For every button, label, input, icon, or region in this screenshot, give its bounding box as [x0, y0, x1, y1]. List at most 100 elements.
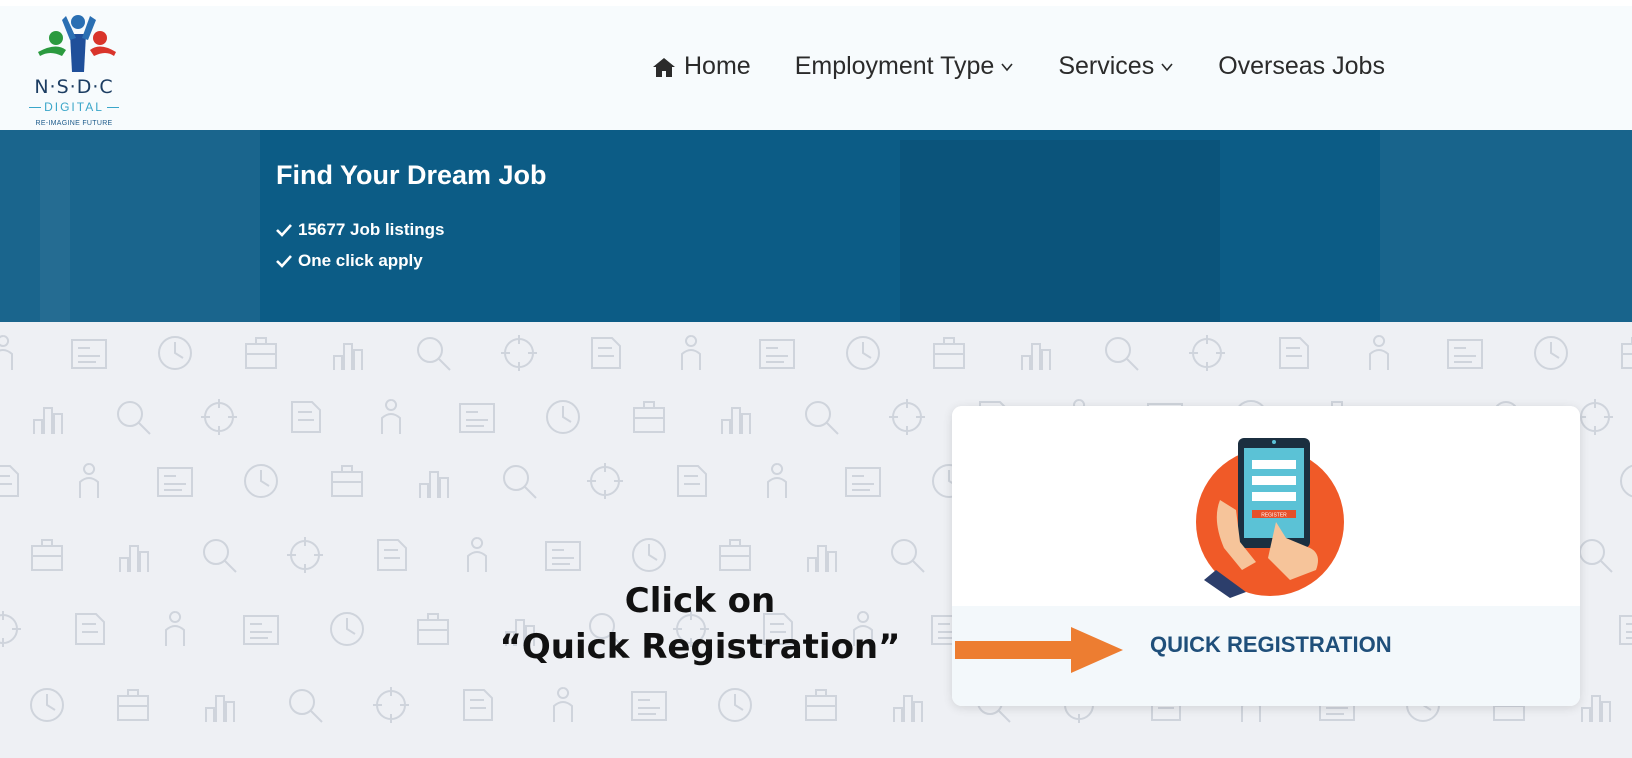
- check-icon: [276, 254, 292, 268]
- pattern-job-icon: [467, 537, 487, 572]
- chevron-down-icon: [1001, 62, 1013, 71]
- pattern-job-icon: [201, 399, 237, 435]
- pattern-job-icon: [631, 691, 667, 721]
- pattern-job-icon: [805, 401, 839, 435]
- pattern-job-icon: [381, 399, 401, 434]
- pattern-job-icon: [79, 463, 99, 498]
- right-arrow-icon: [955, 627, 1123, 673]
- pattern-job-icon: [553, 687, 573, 722]
- banner-building-right: [1380, 130, 1632, 322]
- pattern-job-icon: [158, 336, 193, 370]
- pattern-job-icon: [0, 465, 19, 497]
- pattern-job-icon: [289, 689, 323, 723]
- pattern-job-icon: [632, 538, 667, 572]
- pattern-job-icon: [71, 339, 107, 369]
- illustration-register-text: REGISTER: [1261, 513, 1287, 519]
- banner-features: 15677 Job listings One click apply: [276, 214, 444, 276]
- pattern-job-icon: [330, 612, 365, 646]
- banner-building-left: [0, 130, 260, 322]
- pattern-job-icon: [681, 335, 701, 370]
- pattern-job-icon: [1279, 337, 1309, 369]
- pattern-job-icon: [545, 541, 581, 571]
- pattern-job-icon: [30, 688, 65, 722]
- pattern-job-icon: [893, 695, 923, 722]
- pattern-job-icon: [117, 401, 151, 435]
- logo-nsdc-text: N·S·D·C: [34, 76, 114, 98]
- pattern-job-icon: [75, 613, 105, 645]
- pattern-job-icon: [287, 537, 323, 573]
- pattern-job-icon: [331, 465, 363, 497]
- pattern-job-icon: [0, 611, 21, 647]
- pattern-job-icon: [1534, 336, 1569, 370]
- pattern-job-icon: [1105, 337, 1139, 371]
- tablet-register-illustration-icon: REGISTER: [1196, 438, 1344, 598]
- pattern-job-icon: [333, 343, 363, 370]
- quick-registration-link[interactable]: QUICK REGISTRATION: [1150, 632, 1392, 658]
- nav-employment-type-label: Employment Type: [794, 52, 995, 80]
- pattern-job-icon: [677, 465, 707, 497]
- pattern-job-icon: [591, 337, 621, 369]
- pattern-job-icon: [503, 465, 537, 499]
- pattern-job-icon: [719, 539, 751, 571]
- card-illustration-area: REGISTER: [952, 406, 1580, 606]
- pattern-job-icon: [718, 688, 753, 722]
- nav-overseas-jobs-label: Overseas Jobs: [1218, 52, 1385, 80]
- pattern-job-icon: [245, 337, 277, 369]
- banner-building-detail: [40, 150, 70, 322]
- pattern-job-icon: [846, 336, 881, 370]
- logo-tagline: RE-IMAGINE FUTURE: [35, 120, 113, 127]
- banner-feature-item: 15677 Job listings: [276, 214, 444, 245]
- pattern-job-icon: [377, 539, 407, 571]
- pattern-job-icon: [1621, 337, 1632, 369]
- nav-home[interactable]: Home: [652, 52, 751, 81]
- pattern-job-icon: [165, 611, 185, 646]
- pattern-job-icon: [807, 545, 837, 572]
- nav-services[interactable]: Services: [1058, 52, 1174, 81]
- pattern-job-icon: [117, 689, 149, 721]
- pattern-job-icon: [1021, 343, 1051, 370]
- pattern-job-icon: [845, 467, 881, 497]
- pattern-job-icon: [417, 337, 451, 371]
- site-header: N·S·D·C DIGITAL RE-IMAGINE FUTURE Home E…: [0, 0, 1632, 130]
- banner-building-center: [900, 140, 1220, 322]
- pattern-job-icon: [1369, 335, 1389, 370]
- pattern-job-icon: [291, 401, 321, 433]
- pattern-job-icon: [633, 401, 665, 433]
- pattern-job-icon: [31, 539, 63, 571]
- nav-services-label: Services: [1058, 52, 1155, 80]
- pattern-job-icon: [203, 539, 237, 573]
- logo-digital-text: DIGITAL: [22, 100, 126, 114]
- pattern-job-icon: [0, 335, 13, 370]
- pattern-job-icon: [933, 337, 965, 369]
- nav-overseas-jobs[interactable]: Overseas Jobs: [1218, 52, 1385, 81]
- pattern-job-icon: [1619, 615, 1632, 645]
- pattern-job-icon: [546, 400, 581, 434]
- pattern-job-icon: [417, 613, 449, 645]
- banner-feature-label: 15677 Job listings: [298, 219, 445, 239]
- pattern-job-icon: [459, 403, 495, 433]
- pattern-job-icon: [587, 463, 623, 499]
- nsdc-digital-logo[interactable]: N·S·D·C DIGITAL RE-IMAGINE FUTURE: [18, 12, 130, 130]
- pattern-job-icon: [157, 467, 193, 497]
- home-icon: [653, 57, 675, 77]
- pattern-job-icon: [419, 471, 449, 498]
- hero-banner: Find Your Dream Job 15677 Job listings O…: [0, 130, 1632, 322]
- pattern-job-icon: [463, 689, 493, 721]
- nav-home-label: Home: [684, 52, 751, 80]
- pattern-job-icon: [1189, 335, 1225, 371]
- pattern-job-icon: [501, 335, 537, 371]
- pattern-job-icon: [33, 407, 63, 434]
- pattern-job-icon: [721, 407, 751, 434]
- pattern-job-icon: [1620, 464, 1632, 498]
- pattern-job-icon: [373, 687, 409, 723]
- pattern-job-icon: [119, 545, 149, 572]
- pattern-job-icon: [205, 695, 235, 722]
- instruction-line-2: “Quick Registration”: [499, 627, 901, 667]
- logo-mark-icon: [38, 15, 116, 72]
- nav-employment-type[interactable]: Employment Type: [795, 52, 1015, 81]
- pattern-job-icon: [759, 339, 795, 369]
- pattern-job-icon: [805, 689, 837, 721]
- pattern-job-icon: [244, 464, 279, 498]
- pattern-job-icon: [891, 539, 925, 573]
- banner-title: Find Your Dream Job: [276, 160, 547, 190]
